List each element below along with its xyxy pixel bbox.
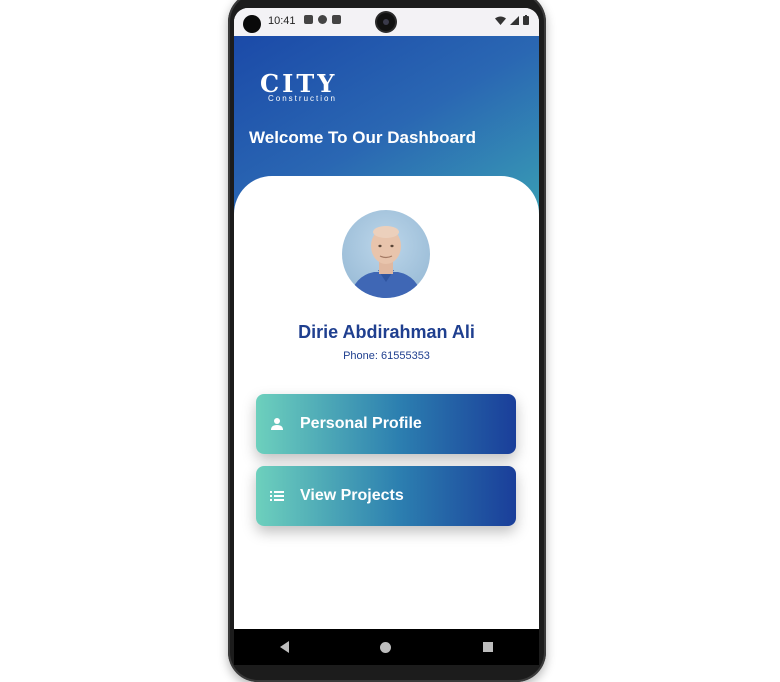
- recent-apps-icon[interactable]: [483, 642, 494, 652]
- status-system-icons: [495, 15, 529, 25]
- front-camera-icon: [243, 15, 261, 33]
- status-bar: 10:41: [234, 8, 539, 36]
- navigation-bar: [234, 629, 539, 665]
- sim-icon: [332, 15, 341, 24]
- battery-icon: [523, 15, 529, 25]
- avatar-photo-icon: [350, 226, 422, 298]
- home-icon[interactable]: [380, 641, 392, 653]
- status-notification-icons: [304, 15, 341, 24]
- welcome-title: Welcome To Our Dashboard: [249, 128, 477, 147]
- data-saver-icon: [318, 15, 327, 24]
- camera-cutout-icon: [377, 13, 395, 31]
- status-time: 10:41: [268, 15, 296, 27]
- user-name: Dirie Abdirahman Ali: [298, 322, 475, 342]
- user-phone: Phone: 61555353: [343, 350, 430, 362]
- gallery-icon: [304, 15, 313, 24]
- personal-profile-button[interactable]: Personal Profile: [256, 394, 516, 454]
- signal-icon: [510, 15, 519, 25]
- list-icon: [270, 491, 284, 501]
- app-screen: 10:41 CITY Construction Welcome To Our D…: [234, 8, 539, 665]
- logo-main-text: CITY: [260, 69, 338, 98]
- profile-card: Dirie Abdirahman Ali Phone: 61555353 Per…: [234, 176, 539, 646]
- company-logo: CITY Construction: [260, 69, 338, 104]
- view-projects-label: View Projects: [300, 487, 404, 504]
- wifi-icon: [495, 16, 506, 25]
- personal-profile-label: Personal Profile: [300, 415, 422, 432]
- logo-sub-text: Construction: [268, 94, 337, 103]
- view-projects-button[interactable]: View Projects: [256, 466, 516, 526]
- back-icon[interactable]: [279, 641, 289, 653]
- avatar: [342, 210, 430, 298]
- person-icon: [271, 418, 283, 430]
